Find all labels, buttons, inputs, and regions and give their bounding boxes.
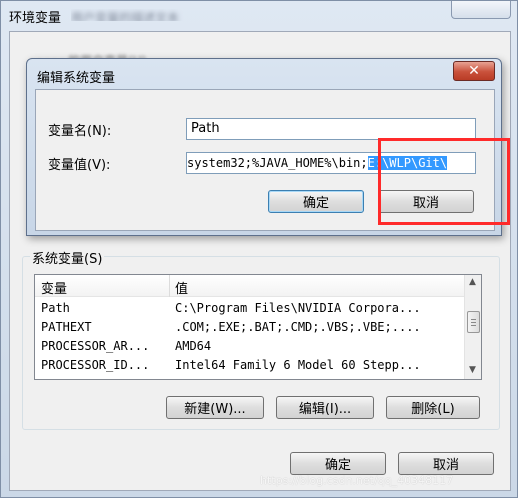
- scrollbar-thumb[interactable]: [467, 311, 480, 333]
- window-title: 环境变量: [9, 11, 62, 26]
- row-variable-name: PROCESSOR_AR...: [41, 339, 150, 353]
- variable-name-input[interactable]: Path: [186, 118, 476, 140]
- dialog-ok-button[interactable]: 确定: [268, 190, 364, 213]
- row-variable-value: AMD64: [175, 339, 212, 353]
- dialog-body: 变量名(N): Path 变量值(V): system32;%JAVA_HOME…: [35, 89, 495, 231]
- dialog-cancel-button[interactable]: 取消: [378, 190, 474, 213]
- system-variables-label: 系统变量(S): [30, 248, 105, 267]
- window-ok-button[interactable]: 确定: [290, 452, 386, 475]
- new-variable-button[interactable]: 新建(W)...: [166, 396, 264, 419]
- grip-line: [471, 325, 476, 326]
- dialog-title: 编辑系统变量: [37, 71, 116, 86]
- grip-line: [471, 322, 476, 323]
- scroll-up-arrow-icon[interactable]: ▲: [469, 277, 476, 287]
- table-row[interactable]: PATHEXT .COM;.EXE;.BAT;.CMD;.VBS;.VBE;..…: [35, 318, 465, 337]
- row-variable-value: C:\Program Files\NVIDIA Corpora...: [175, 301, 421, 315]
- row-variable-name: Path: [41, 301, 70, 315]
- watermark-text: https://blog.csdn.net/qq_40348117: [260, 474, 454, 487]
- table-row[interactable]: PROCESSOR_AR... AMD64: [35, 337, 465, 356]
- variable-value-label: 变量值(V):: [48, 158, 111, 173]
- outer-close-button[interactable]: [451, 1, 511, 19]
- delete-variable-button[interactable]: 删除(L): [386, 396, 480, 419]
- grip-line: [471, 319, 476, 320]
- blurred-description: 用户变量的描述文本: [71, 11, 180, 21]
- system-variables-list[interactable]: 变量 值 Path C:\Program Files\NVIDIA Corpor…: [34, 274, 482, 380]
- scroll-down-arrow-icon[interactable]: ▼: [469, 365, 476, 375]
- edit-system-variable-dialog: 编辑系统变量 ✕ 变量名(N): Path 变量值(V): system32;%…: [26, 58, 502, 236]
- vertical-scrollbar[interactable]: ▲ ▼: [464, 275, 481, 379]
- edit-variable-button[interactable]: 编辑(I)...: [276, 396, 374, 419]
- column-header-value[interactable]: 值: [175, 278, 188, 297]
- table-row[interactable]: Path C:\Program Files\NVIDIA Corpora...: [35, 299, 465, 318]
- window-cancel-button[interactable]: 取消: [398, 452, 494, 475]
- row-variable-name: PROCESSOR_ID...: [41, 358, 150, 372]
- row-variable-value: Intel64 Family 6 Model 60 Stepp...: [175, 358, 421, 372]
- dialog-close-button[interactable]: ✕: [453, 61, 495, 81]
- variable-value-selection: E:\WLP\Git\: [367, 156, 448, 170]
- row-variable-value: .COM;.EXE;.BAT;.CMD;.VBS;.VBE;....: [175, 320, 421, 334]
- table-row[interactable]: PROCESSOR_ID... Intel64 Family 6 Model 6…: [35, 356, 465, 375]
- variable-name-value: Path: [191, 121, 220, 136]
- column-separator[interactable]: [169, 275, 170, 297]
- close-icon: ✕: [468, 63, 480, 79]
- row-variable-name: PATHEXT: [41, 320, 92, 334]
- variable-value-input[interactable]: system32;%JAVA_HOME%\bin;E:\WLP\Git\: [186, 152, 476, 174]
- list-header: 变量 值: [35, 275, 465, 297]
- variable-name-label: 变量名(N):: [48, 124, 112, 139]
- variable-value-text: system32;%JAVA_HOME%\bin;: [187, 156, 368, 170]
- column-header-variable[interactable]: 变量: [41, 278, 67, 297]
